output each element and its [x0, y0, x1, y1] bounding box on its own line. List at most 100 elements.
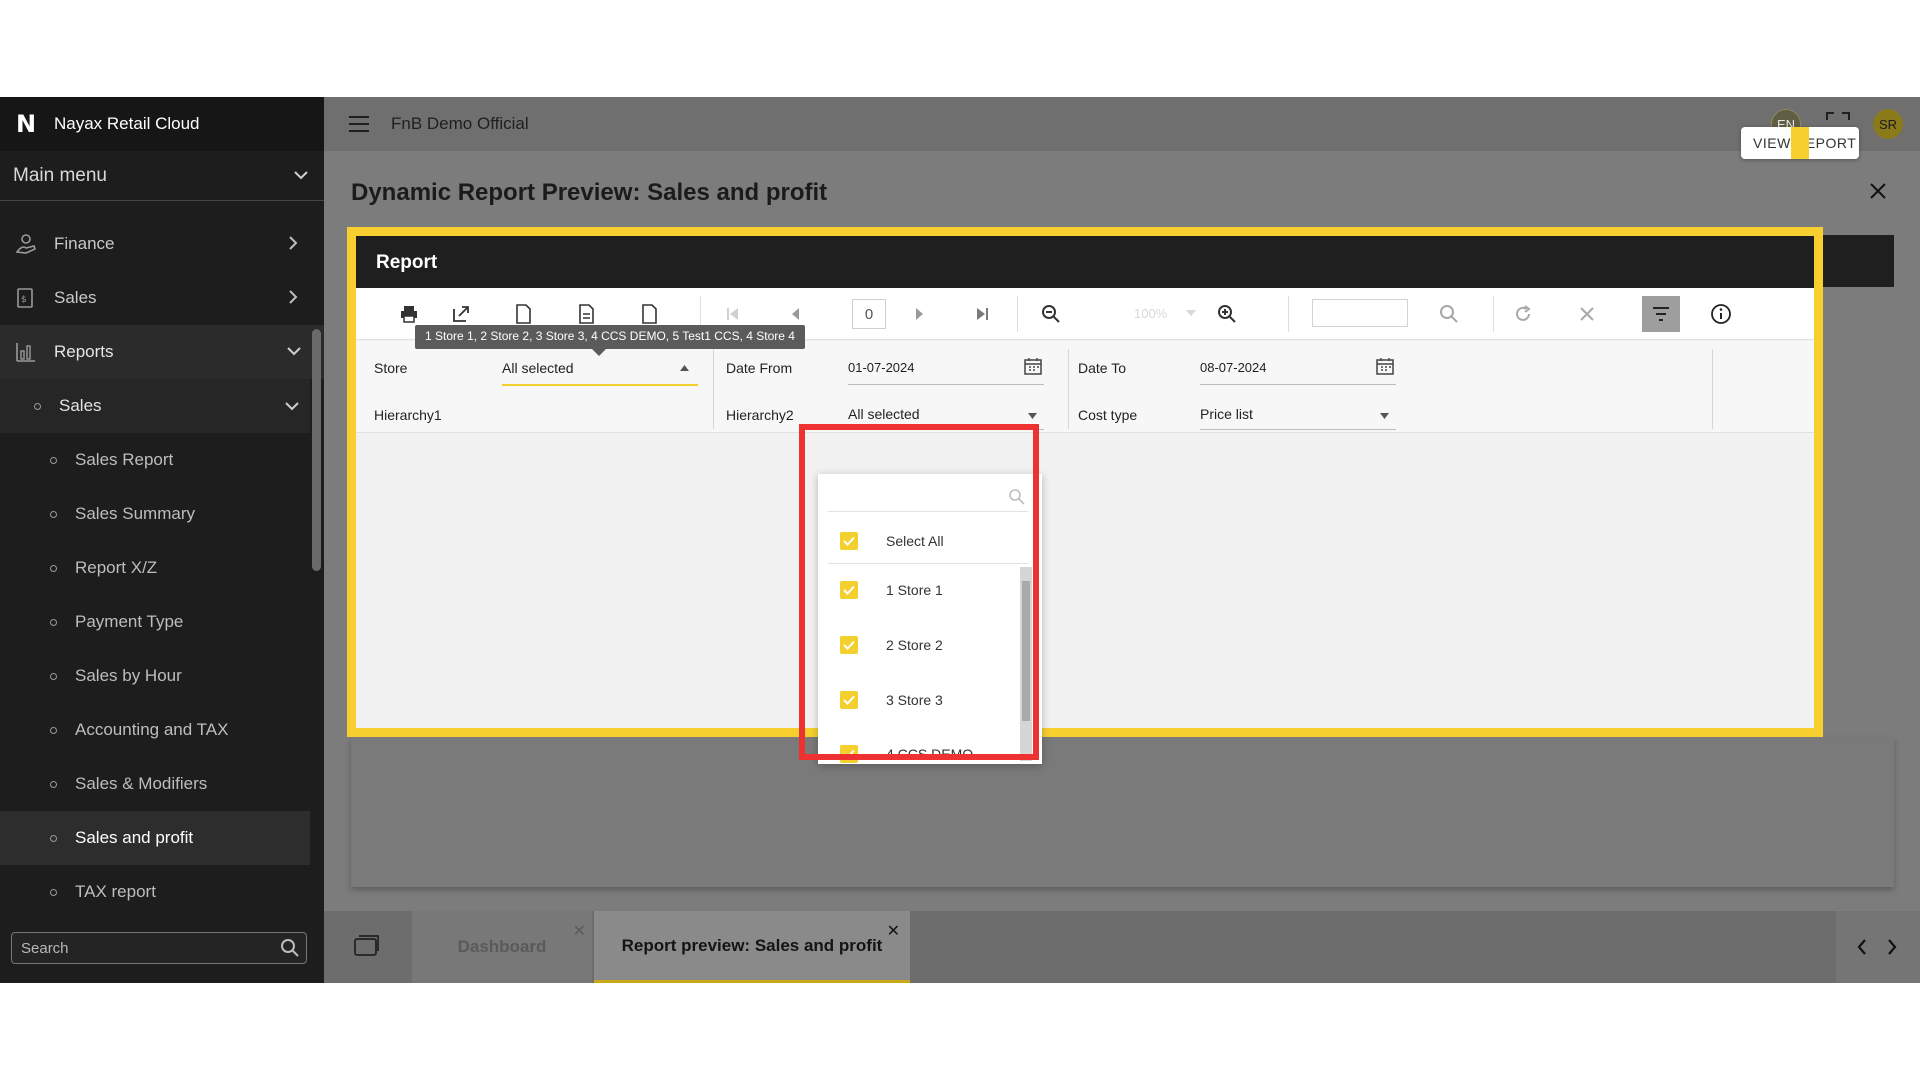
sidebar-search-input[interactable]: [12, 933, 262, 963]
caret-down-icon[interactable]: [1186, 310, 1196, 316]
close-icon: [1580, 307, 1594, 321]
sidebar-subitem-sales-modifiers[interactable]: Sales & Modifiers: [0, 757, 310, 811]
sidebar-scrollbar[interactable]: [312, 329, 321, 571]
organization-name[interactable]: FnB Demo Official: [391, 114, 529, 134]
zoom-value[interactable]: 100%: [1134, 306, 1167, 321]
close-icon[interactable]: [1869, 182, 1887, 200]
page-title: Dynamic Report Preview: Sales and profit: [351, 179, 828, 206]
parameters-toggle-button[interactable]: [1642, 296, 1680, 332]
calendar-icon[interactable]: [1024, 357, 1042, 375]
document-icon: [642, 304, 657, 324]
sidebar-subitem-label: Sales & Modifiers: [75, 774, 208, 793]
tab-close-icon[interactable]: ✕: [573, 921, 586, 941]
tab-close-icon[interactable]: ✕: [887, 921, 900, 941]
chevron-right-icon: [289, 290, 298, 304]
next-page-button[interactable]: [908, 302, 932, 326]
first-page-button[interactable]: [721, 302, 745, 326]
save-pdf-button[interactable]: [511, 302, 535, 326]
params-divider: [1712, 349, 1713, 429]
toolbar-divider: [1493, 296, 1494, 332]
find-button[interactable]: [1437, 302, 1461, 326]
zoom-out-icon: [1042, 305, 1060, 323]
info-button[interactable]: [1709, 302, 1733, 326]
sidebar-group-label: Sales: [59, 396, 102, 415]
cancel-button[interactable]: [1575, 302, 1599, 326]
save-doc-button[interactable]: [637, 302, 661, 326]
date-from-underline: [848, 384, 1044, 385]
sidebar-subitem-sales-by-hour[interactable]: Sales by Hour: [0, 649, 310, 703]
find-text-input[interactable]: [1312, 299, 1408, 327]
first-page-icon: [727, 308, 738, 320]
sidebar-item-label: Reports: [54, 342, 114, 361]
sidebar-subitem-label: TAX report: [75, 882, 156, 901]
bullet-icon: [50, 673, 57, 680]
export-button[interactable]: [449, 302, 473, 326]
print-button[interactable]: [397, 302, 421, 326]
tab-report-preview[interactable]: Report preview: Sales and profit ✕: [594, 911, 910, 983]
triangle-right-icon: [916, 308, 923, 320]
chevron-down-icon: [287, 347, 301, 356]
tab-dashboard[interactable]: Dashboard ✕: [412, 911, 592, 983]
zoom-in-button[interactable]: [1215, 302, 1239, 326]
user-avatar[interactable]: SR: [1873, 109, 1903, 139]
date-from-label: Date From: [726, 360, 793, 376]
hierarchy2-value: All selected: [848, 406, 920, 422]
search-icon[interactable]: [280, 938, 300, 958]
caret-down-icon: [1028, 413, 1037, 419]
date-from-input[interactable]: 01-07-2024: [844, 349, 1044, 385]
cost-type-label: Cost type: [1078, 407, 1138, 423]
nayax-logo-icon: N: [16, 110, 37, 138]
refresh-button[interactable]: [1511, 302, 1535, 326]
main-area: FnB Demo Official EN SR Dynamic Report P…: [324, 97, 1920, 983]
tab-label: Report preview: Sales and profit: [621, 935, 883, 955]
date-to-input[interactable]: 08-07-2024: [1196, 349, 1396, 385]
sidebar-subitem-payment-type[interactable]: Payment Type: [0, 595, 310, 649]
bullet-icon: [50, 835, 57, 842]
page-number-input[interactable]: 0: [852, 299, 886, 329]
tab-label: Dashboard: [457, 937, 547, 956]
cost-type-underline: [1200, 429, 1396, 430]
hamburger-menu-icon[interactable]: [348, 115, 370, 133]
document-icon: [516, 304, 531, 324]
save-xls-button[interactable]: [574, 302, 598, 326]
bullet-icon: [50, 457, 57, 464]
tabs-scroll-arrows: [1836, 911, 1920, 983]
chevron-right-icon[interactable]: [1886, 938, 1898, 956]
date-from-value: 01-07-2024: [848, 360, 915, 375]
export-icon: [453, 306, 469, 322]
hierarchy1-label: Hierarchy1: [374, 407, 442, 423]
sidebar-subitem-accounting-tax[interactable]: Accounting and TAX: [0, 703, 310, 757]
sidebar-subitem-sales-profit[interactable]: Sales and profit: [0, 811, 310, 865]
cost-type-select[interactable]: Price list: [1196, 395, 1396, 431]
zoom-out-button[interactable]: [1039, 302, 1063, 326]
highlight-frame-edge: [1791, 127, 1809, 159]
sidebar-subitem-report-xz[interactable]: Report X/Z: [0, 541, 310, 595]
sidebar-subitem-sales-report[interactable]: Sales Report: [0, 433, 310, 487]
date-to-value: 08-07-2024: [1200, 360, 1267, 375]
windows-icon[interactable]: [354, 935, 380, 957]
date-to-label: Date To: [1078, 360, 1126, 376]
chevron-left-icon[interactable]: [1856, 938, 1868, 956]
store-selected-value: All selected: [502, 360, 574, 376]
svg-text:$: $: [21, 295, 27, 305]
sidebar-subitem-tax-report[interactable]: TAX report: [0, 865, 310, 919]
sidebar-item-reports[interactable]: Reports: [0, 325, 324, 379]
toolbar-divider: [1017, 296, 1018, 332]
brand[interactable]: N Nayax Retail Cloud: [0, 97, 324, 151]
main-menu-toggle[interactable]: Main menu: [0, 151, 324, 201]
chevron-down-icon: [294, 171, 308, 180]
sidebar-subitem-sales-summary[interactable]: Sales Summary: [0, 487, 310, 541]
report-viewer: Report 0 100% Store Hierarchy1 All selec…: [356, 236, 1814, 728]
previous-page-button[interactable]: [783, 302, 807, 326]
chevron-down-icon: [285, 402, 299, 411]
sidebar-item-sales[interactable]: $ Sales: [0, 271, 324, 325]
sidebar-item-finance[interactable]: Finance: [0, 217, 324, 271]
sidebar-group-sales[interactable]: Sales: [0, 379, 310, 433]
store-select-underline: [502, 384, 698, 386]
last-page-button[interactable]: [970, 302, 994, 326]
search-icon: [1440, 305, 1458, 323]
calendar-icon[interactable]: [1376, 357, 1394, 375]
main-menu-label: Main menu: [13, 164, 107, 186]
bullet-icon: [50, 889, 57, 896]
caret-down-icon: [1380, 413, 1389, 419]
